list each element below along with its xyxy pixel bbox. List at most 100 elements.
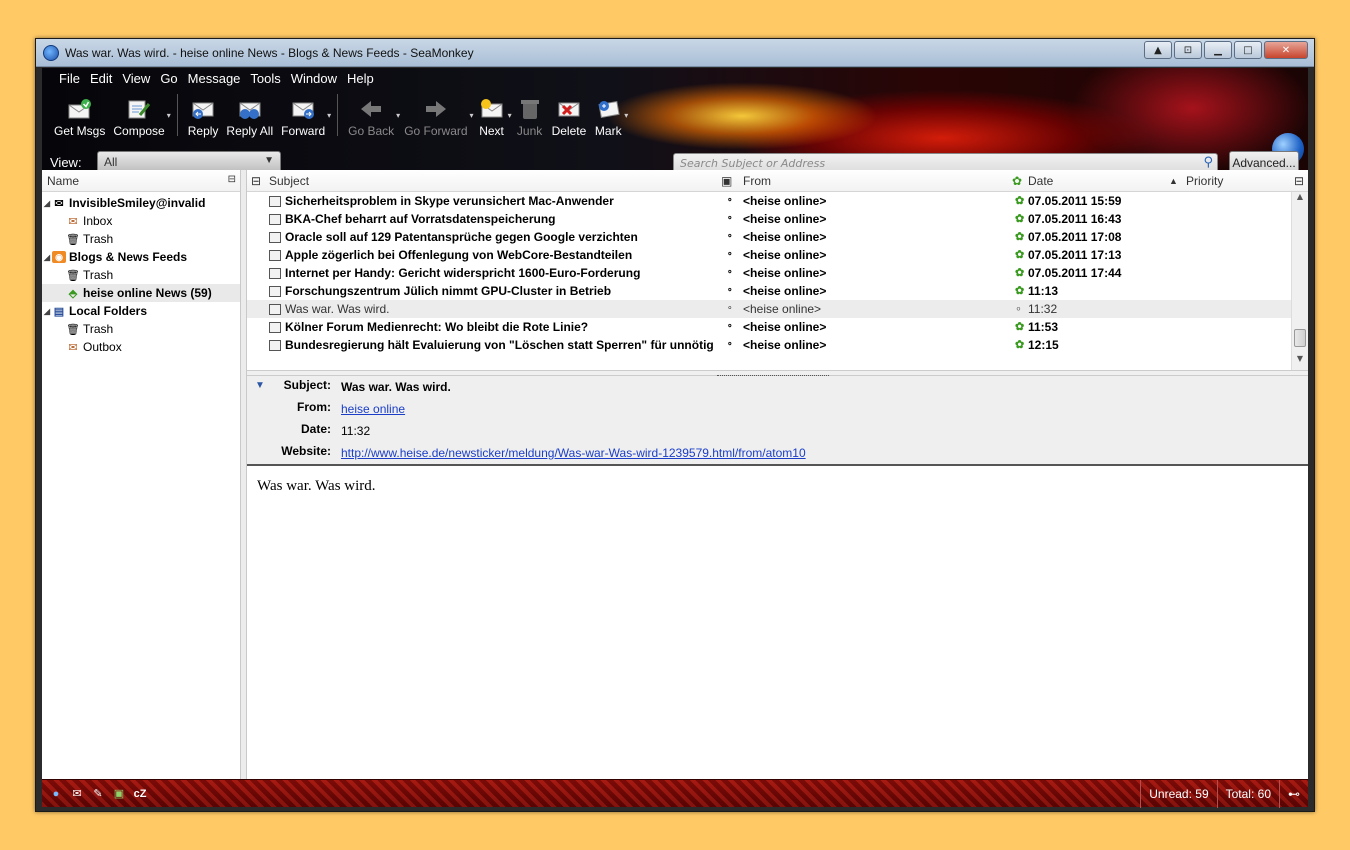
message-subject: Forschungszentrum Jülich nimmt GPU-Clust… [285, 284, 612, 298]
message-from: <heise online> [743, 284, 827, 298]
minimize-button[interactable]: ▁ [1204, 41, 1232, 59]
expanded-twisty-icon[interactable]: ◢ [42, 199, 52, 208]
message-row[interactable]: Kölner Forum Medienrecht: Wo bleibt die … [247, 318, 1291, 336]
mail-icon[interactable]: ✉ [69, 787, 85, 801]
forward-dropdown-icon[interactable]: ▾ [327, 111, 331, 120]
delete-button[interactable]: Delete [548, 90, 591, 138]
go-forward-button[interactable]: Go Forward [400, 90, 471, 138]
message-row-selected[interactable]: Was war. Was wird. ∘ <heise online> ∘ 11… [247, 300, 1291, 318]
scroll-down-arrow-icon[interactable]: ▼ [1292, 354, 1308, 370]
forward-icon [289, 97, 317, 121]
forward-button[interactable]: Forward [277, 90, 329, 138]
folder-trash[interactable]: 🗑 Trash [42, 320, 240, 338]
from-column-header[interactable]: From [743, 174, 771, 188]
from-column-icon[interactable]: ▣ [721, 174, 732, 188]
get-msgs-label: Get Msgs [54, 124, 106, 138]
app-window: Was war. Was wird. - heise online News -… [35, 38, 1315, 812]
menu-tools[interactable]: Tools [245, 70, 285, 87]
message-row[interactable]: Sicherheitsproblem in Skype verunsichert… [247, 192, 1291, 210]
folder-label: Inbox [83, 214, 113, 228]
scrollbar-thumb[interactable] [1294, 329, 1306, 347]
folder-column-header[interactable]: Name ⊟ [42, 170, 240, 192]
date-column-header[interactable]: Date [1028, 174, 1053, 188]
folder-trash[interactable]: 🗑 Trash [42, 266, 240, 284]
unread-star-icon[interactable]: ✿ [1015, 230, 1024, 243]
expanded-twisty-icon[interactable]: ◢ [42, 307, 52, 316]
status-column-icon[interactable]: ✿ [1012, 174, 1022, 188]
folder-label: Local Folders [69, 304, 148, 318]
rss-icon: ◉ [52, 251, 66, 263]
thread-scrollbar[interactable]: ▲ ▼ [1291, 192, 1308, 370]
pin-icon[interactable]: ⊡ [1174, 41, 1202, 59]
scroll-up-icon[interactable]: ▲ [1144, 41, 1172, 59]
browser-globe-icon[interactable]: ● [48, 787, 64, 801]
menu-window[interactable]: Window [286, 70, 342, 87]
read-dot-icon[interactable]: ∘ [1015, 302, 1022, 315]
menu-message[interactable]: Message [183, 70, 246, 87]
folder-outbox[interactable]: ✉ Outbox [42, 338, 240, 356]
menu-edit[interactable]: Edit [85, 70, 117, 87]
mark-button[interactable]: Mark [590, 90, 626, 138]
priority-column-header[interactable]: Priority [1186, 174, 1223, 188]
unread-star-icon[interactable]: ✿ [1015, 266, 1024, 279]
column-picker-icon[interactable]: ⊟ [228, 174, 236, 185]
subject-column-header[interactable]: Subject [269, 174, 309, 188]
unread-star-icon[interactable]: ✿ [1015, 212, 1024, 225]
folder-account-local-folders[interactable]: ◢ ▤ Local Folders [42, 302, 240, 320]
menu-help[interactable]: Help [342, 70, 379, 87]
unread-star-icon[interactable]: ✿ [1015, 338, 1024, 351]
compose-dropdown-icon[interactable]: ▾ [167, 111, 171, 120]
maximize-button[interactable]: □ [1234, 41, 1262, 59]
address-book-icon[interactable]: ▣ [111, 787, 127, 801]
get-msgs-button[interactable]: Get Msgs [50, 90, 109, 138]
message-row[interactable]: Forschungszentrum Jülich nimmt GPU-Clust… [247, 282, 1291, 300]
folder-heise-online-news[interactable]: ⬘ heise online News (59) [42, 284, 240, 302]
column-picker-icon[interactable]: ⊟ [1294, 174, 1304, 188]
next-button[interactable]: Next [474, 90, 510, 138]
website-link[interactable]: http://www.heise.de/newsticker/meldung/W… [341, 446, 806, 460]
online-status-icon[interactable]: ⊷ [1279, 780, 1308, 808]
folder-account-blogs-news[interactable]: ◢ ◉ Blogs & News Feeds [42, 248, 240, 266]
unread-star-icon[interactable]: ✿ [1015, 248, 1024, 261]
message-row[interactable]: Oracle soll auf 129 Patentansprüche gege… [247, 228, 1291, 246]
mark-dropdown-icon[interactable]: ▾ [624, 111, 628, 120]
folder-inbox[interactable]: ✉ Inbox [42, 212, 240, 230]
outbox-icon: ✉ [68, 341, 78, 354]
menu-view[interactable]: View [117, 70, 155, 87]
menu-file[interactable]: File [54, 70, 85, 87]
message-subject: Bundesregierung hält Evaluierung von "Lö… [285, 338, 714, 352]
from-label: From: [297, 400, 331, 414]
folder-account-invisiblesmiley[interactable]: ◢ ✉ InvisibleSmiley@invalid [42, 194, 240, 212]
compose-icon [125, 97, 153, 121]
unread-star-icon[interactable]: ✿ [1015, 320, 1024, 333]
expanded-twisty-icon[interactable]: ◢ [42, 253, 52, 262]
reply-all-button[interactable]: Reply All [222, 90, 277, 138]
folder-trash[interactable]: 🗑 Trash [42, 230, 240, 248]
reply-button[interactable]: Reply [184, 90, 223, 138]
message-row[interactable]: Internet per Handy: Gericht widerspricht… [247, 264, 1291, 282]
message-row[interactable]: BKA-Chef beharrt auf Vorratsdatenspeiche… [247, 210, 1291, 228]
scroll-up-arrow-icon[interactable]: ▲ [1292, 192, 1308, 208]
message-row[interactable]: Bundesregierung hält Evaluierung von "Lö… [247, 336, 1291, 354]
from-link[interactable]: heise online [341, 402, 405, 416]
unread-star-icon[interactable]: ✿ [1015, 194, 1024, 207]
message-row[interactable]: Apple zögerlich bei Offenlegung von WebC… [247, 246, 1291, 264]
compose-button[interactable]: Compose [109, 90, 168, 138]
junk-button[interactable]: Junk [512, 90, 548, 138]
message-header-pane: ▼ Subject: Was war. Was wird. From: heis… [247, 376, 1308, 466]
menu-go[interactable]: Go [155, 70, 182, 87]
message-from: <heise online> [743, 230, 827, 244]
toolbar-separator [337, 94, 339, 136]
message-icon [269, 196, 281, 207]
chatzilla-icon[interactable]: cZ [132, 787, 148, 801]
composer-icon[interactable]: ✎ [90, 787, 106, 801]
go-back-button[interactable]: Go Back [344, 90, 398, 138]
feed-folder-icon: ⬘ [68, 287, 78, 300]
unread-star-icon[interactable]: ✿ [1015, 284, 1024, 297]
message-date: 11:13 [1028, 284, 1059, 298]
message-icon [269, 304, 281, 315]
title-bar: Was war. Was wird. - heise online News -… [36, 39, 1314, 67]
close-button[interactable]: ✕ [1264, 41, 1308, 59]
thread-column-icon[interactable]: ⊟ [251, 174, 261, 188]
search-icon[interactable]: ⚲ [1203, 155, 1213, 170]
